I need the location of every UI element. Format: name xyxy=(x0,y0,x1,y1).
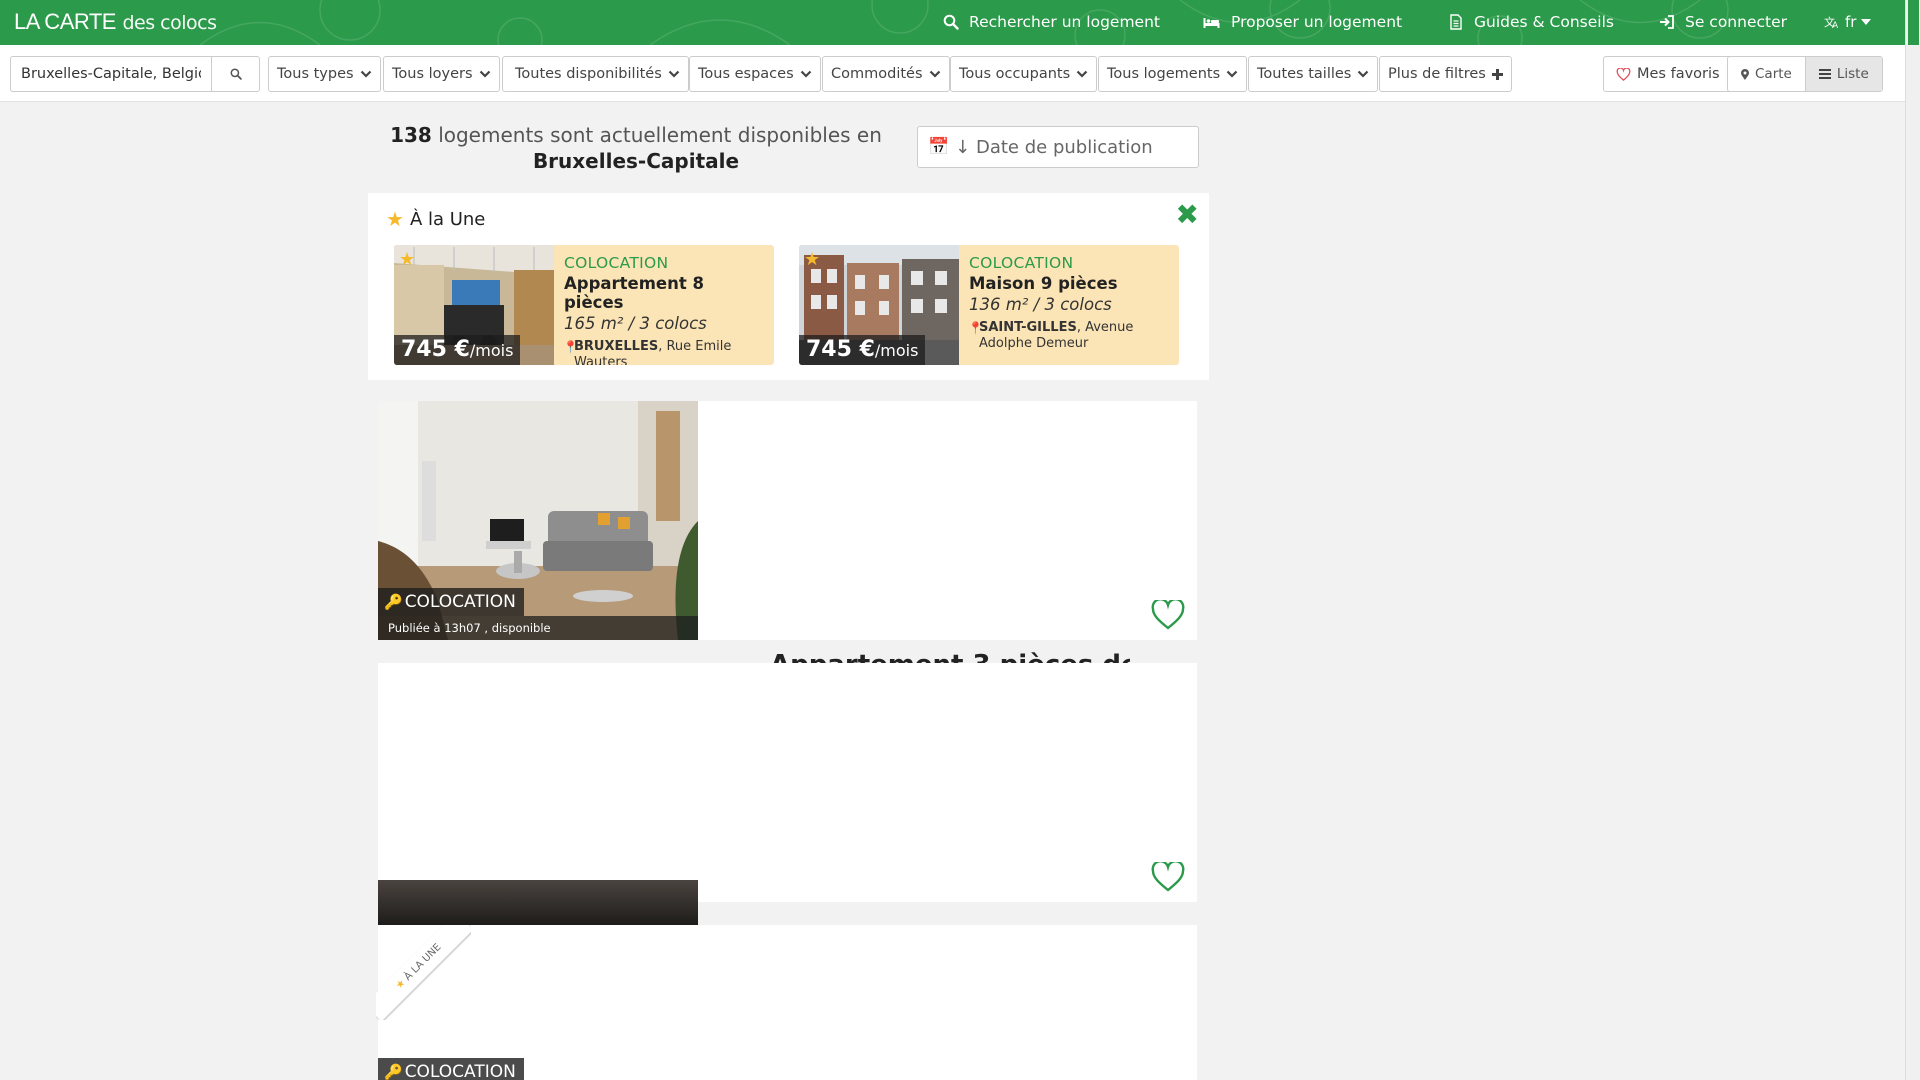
listing-type-badge: 🔑 COLOCATION xyxy=(378,588,524,616)
more-filters-button[interactable]: Plus de filtres xyxy=(1379,56,1512,92)
filter-housing[interactable]: Tous logements xyxy=(1098,56,1248,92)
listing-price: 745 €/mois xyxy=(394,335,521,365)
listing-card[interactable]: ★ À LA UNE 🔑 COLOCATION xyxy=(376,925,1197,1080)
key-icon: 🔑 xyxy=(384,593,403,611)
listing-title-partial: Appartement 3 pièces de 120 m² xyxy=(770,650,1130,664)
sign-in-icon xyxy=(1660,15,1674,29)
nav-search-housing[interactable]: Rechercher un logement xyxy=(943,13,1160,31)
nav-login[interactable]: Se connecter xyxy=(1659,13,1787,31)
chevron-down-icon xyxy=(1076,70,1088,78)
results-count: 138 logements sont actuellement disponib… xyxy=(380,122,892,174)
nav-guides[interactable]: Guides & Conseils xyxy=(1448,13,1614,31)
featured-star-icon: ★ xyxy=(399,249,416,270)
filter-occupants[interactable]: Tous occupants xyxy=(950,56,1098,92)
listing-price: 745 €/mois xyxy=(799,335,926,365)
filter-amenities[interactable]: Commodités xyxy=(822,56,950,92)
scrollbar-thumb[interactable] xyxy=(1908,0,1919,45)
site-logo[interactable]: LA CARTE des colocs xyxy=(14,9,217,35)
search-icon xyxy=(943,14,959,30)
sort-label: ↓ Date de publication xyxy=(955,136,1153,158)
listing-card[interactable]: 🔑 COLOCATION Publiée à 13h07 , disponibl… xyxy=(378,401,1197,640)
bed-icon xyxy=(1203,18,1220,28)
featured-section: ★ À la Une ✖ ★ 745 €/mois COLOCATION App… xyxy=(368,193,1209,380)
chevron-down-icon xyxy=(929,70,940,78)
listing-type: COLOCATION xyxy=(564,254,669,272)
filter-types[interactable]: Tous types xyxy=(268,56,381,92)
listing-photo xyxy=(378,880,698,925)
filter-availability[interactable]: Toutes disponibilités xyxy=(502,56,689,92)
caret-down-icon xyxy=(1861,19,1872,25)
list-view-button[interactable]: Liste xyxy=(1804,57,1882,91)
results-count-text: logements sont actuellement disponibles … xyxy=(438,123,882,147)
listing-type-badge: 🔑 COLOCATION xyxy=(378,1058,524,1080)
featured-title: ★ À la Une xyxy=(386,207,486,231)
svg-text:A: A xyxy=(1832,21,1839,29)
favorite-heart-icon[interactable] xyxy=(1151,600,1185,630)
search-button[interactable] xyxy=(211,56,260,92)
listing-name: Maison 9 pièces xyxy=(969,274,1118,293)
listing-card[interactable] xyxy=(378,663,1197,902)
page-scrollbar[interactable] xyxy=(1905,0,1920,1080)
chevron-down-icon xyxy=(800,70,811,78)
featured-card[interactable]: ★ 745 €/mois COLOCATION Maison 9 pièces … xyxy=(799,245,1179,365)
key-icon: 🔑 xyxy=(384,1063,403,1080)
view-toggle: Carte Liste xyxy=(1727,56,1883,92)
language-selector[interactable]: 文A fr xyxy=(1824,13,1872,31)
star-icon: ★ xyxy=(386,207,404,231)
document-icon xyxy=(1450,14,1462,30)
favorite-heart-icon[interactable] xyxy=(1151,862,1185,892)
featured-ribbon: ★ À LA UNE xyxy=(376,925,471,1020)
calendar-icon: 📅 xyxy=(928,137,950,157)
map-marker-icon: 📍 xyxy=(968,321,983,335)
search-icon xyxy=(230,68,242,80)
listing-address: 📍 BRUXELLES, Rue Emile Wauters xyxy=(563,339,732,365)
chevron-down-icon xyxy=(1226,70,1238,78)
results-region: Bruxelles-Capitale xyxy=(532,149,740,173)
results-count-number: 138 xyxy=(390,123,432,147)
favorites-button[interactable]: Mes favoris xyxy=(1603,56,1733,92)
featured-star-icon: ★ xyxy=(804,249,821,270)
close-featured-button[interactable]: ✖ xyxy=(1176,201,1199,229)
map-marker-icon xyxy=(1741,68,1749,80)
listing-published: Publiée à 13h07 , disponible xyxy=(378,616,698,640)
top-navbar: LA CARTE des colocs Rechercher un logeme… xyxy=(0,0,1905,45)
chevron-down-icon xyxy=(668,70,680,78)
location-search-input[interactable] xyxy=(10,56,211,92)
nav-offer-housing[interactable]: Proposer un logement xyxy=(1202,13,1402,31)
filter-sizes[interactable]: Toutes tailles xyxy=(1248,56,1379,92)
listing-type: COLOCATION xyxy=(969,254,1074,272)
location-search xyxy=(10,56,260,92)
heart-icon xyxy=(1616,67,1631,81)
listing-size: 165 m² / 3 colocs xyxy=(564,314,707,333)
filter-spaces[interactable]: Tous espaces xyxy=(689,56,821,92)
list-icon xyxy=(1818,69,1831,79)
listing-size: 136 m² / 3 colocs xyxy=(969,295,1112,314)
chevron-down-icon xyxy=(479,70,490,78)
listing-name: Appartement 8 pièces xyxy=(564,274,704,312)
chevron-down-icon xyxy=(1358,70,1369,78)
map-marker-icon: 📍 xyxy=(563,340,578,354)
filter-bar: Tous types Tous loyers Toutes disponibil… xyxy=(0,45,1905,102)
plus-icon xyxy=(1491,68,1503,80)
featured-card[interactable]: ★ 745 €/mois COLOCATION Appartement 8 pi… xyxy=(394,245,774,365)
chevron-down-icon xyxy=(360,70,371,78)
filter-rent[interactable]: Tous loyers xyxy=(383,56,500,92)
map-view-button[interactable]: Carte xyxy=(1728,57,1805,91)
translate-icon: 文A xyxy=(1824,15,1839,29)
listing-address: 📍 SAINT-GILLES, Avenue Adolphe Demeur xyxy=(968,320,1134,351)
sort-select[interactable]: 📅 ↓ Date de publication xyxy=(917,126,1199,168)
